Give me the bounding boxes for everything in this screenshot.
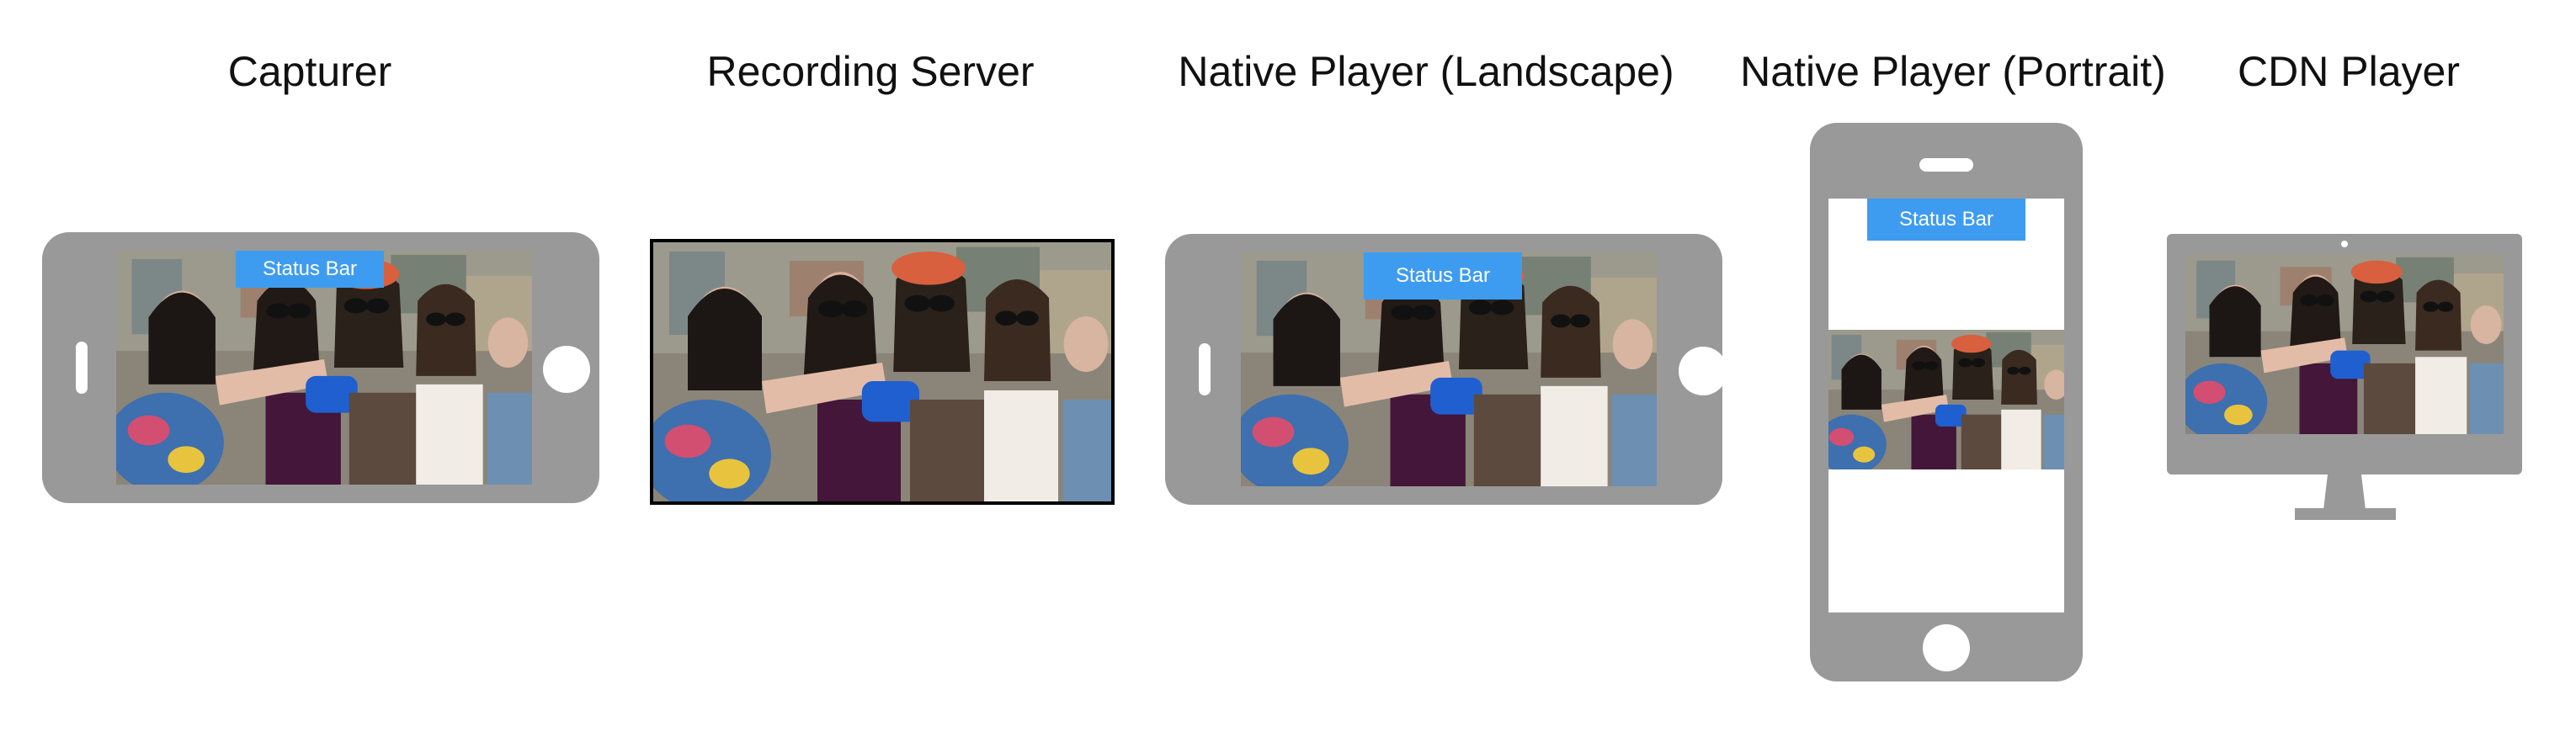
phone-speaker: [1919, 158, 1973, 172]
status-bar: Status Bar: [236, 251, 384, 288]
native-portrait-phone: Status Bar: [1810, 123, 2083, 681]
group-photo: [1828, 330, 2064, 469]
monitor-base: [2295, 508, 2396, 520]
cdn-monitor: [2167, 234, 2522, 475]
status-bar: Status Bar: [1867, 199, 2025, 241]
home-button: [543, 346, 590, 393]
recording-server-frame: [650, 239, 1115, 505]
status-bar: Status Bar: [1364, 252, 1522, 300]
phone-speaker: [76, 342, 88, 394]
cdn-screen: [2185, 254, 2504, 434]
native-portrait-screen: Status Bar: [1828, 199, 2064, 612]
recording-server-video: [653, 242, 1111, 501]
native-landscape-title: Native Player (Landscape): [1178, 48, 1674, 95]
camera-dot: [2341, 241, 2348, 247]
diagram: Capturer Recording Server Native Player …: [0, 0, 2576, 737]
group-photo: [653, 242, 1111, 501]
native-landscape-phone: Status Bar: [1165, 234, 1727, 505]
capturer-phone: Status Bar: [42, 232, 599, 503]
native-portrait-title: Native Player (Portrait): [1740, 48, 2166, 95]
capturer-screen: Status Bar: [116, 251, 532, 485]
capturer-title: Capturer: [227, 48, 392, 95]
phone-speaker: [1199, 343, 1211, 395]
home-button: [1679, 347, 1727, 395]
portrait-video: [1828, 330, 2064, 469]
native-landscape-screen: Status Bar: [1241, 252, 1657, 486]
recording-server-title: Recording Server: [706, 48, 1035, 95]
home-button: [1923, 624, 1970, 671]
cdn-player-title: CDN Player: [2238, 48, 2460, 95]
group-photo: [2185, 254, 2504, 434]
monitor-stand: [2323, 475, 2366, 510]
